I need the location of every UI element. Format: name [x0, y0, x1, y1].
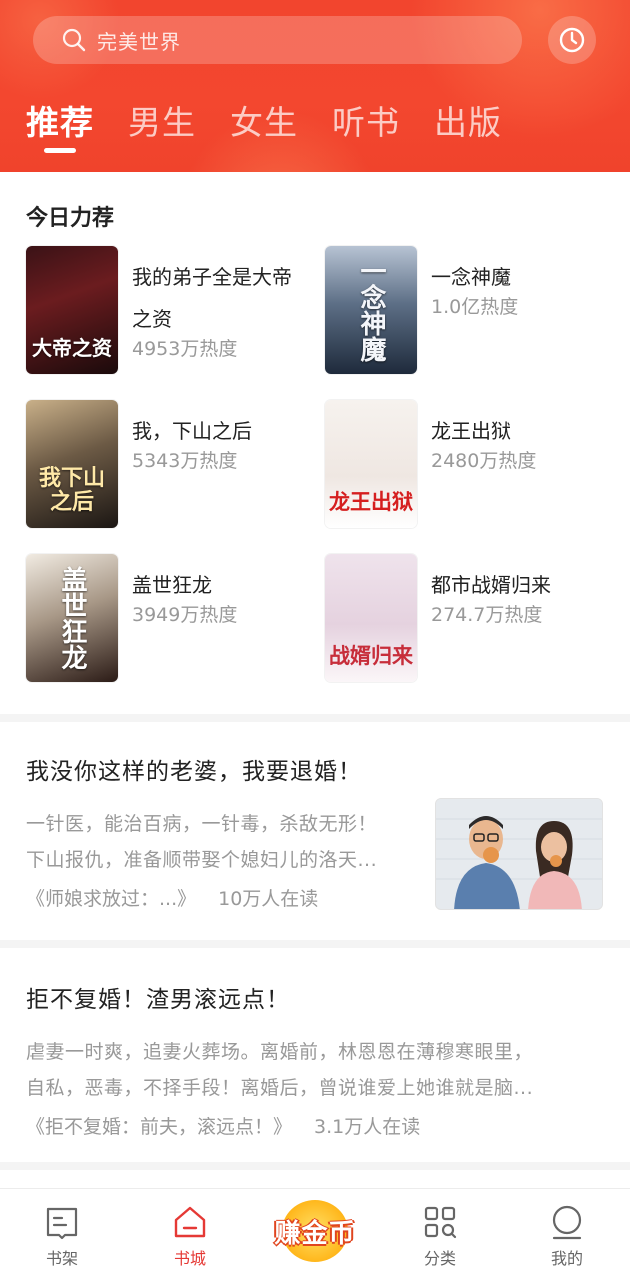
book-card[interactable]: 一念神魔 一念神魔 1.0亿热度 [325, 246, 615, 374]
profile-icon [552, 1205, 582, 1240]
category-tabs: 推荐 男生 女生 听书 出版 [26, 96, 536, 153]
grid-icon [424, 1206, 457, 1239]
tab-male[interactable]: 男生 [128, 96, 196, 144]
book-heat: 5343万热度 [132, 450, 238, 472]
feature-description: 下山报仇，准备顺带娶个媳妇儿的洛天... [26, 849, 378, 871]
tab-audiobook[interactable]: 听书 [332, 96, 400, 144]
top-header: 完美世界 推荐 男生 女生 听书 出版 [0, 0, 630, 172]
reader-count: 3.1万人在读 [314, 1116, 421, 1138]
book-cover: 一念神魔 [325, 246, 417, 374]
feature-description: 一针医，能治百病，一针毒，杀敌无形！ [26, 813, 378, 835]
earn-coins-button[interactable]: 赚金币 [268, 1198, 362, 1264]
section-divider [0, 940, 630, 948]
book-card[interactable]: 盖世狂龙 盖世狂龙 3949万热度 [26, 554, 316, 682]
book-heat: 2480万热度 [431, 450, 537, 472]
cover-title: 我下山之后 [38, 465, 105, 515]
nav-category[interactable]: 分类 [400, 1203, 480, 1269]
book-card[interactable]: 我下山之后 我，下山之后 5343万热度 [26, 400, 316, 528]
earn-coins-label: 赚金币 [274, 1218, 356, 1249]
search-placeholder: 完美世界 [97, 29, 181, 54]
book-cover: 龙王出狱 [325, 400, 417, 528]
search-bar[interactable]: 完美世界 [33, 16, 522, 64]
home-icon [174, 1206, 206, 1238]
book-heat: 4953万热度 [132, 338, 238, 360]
feature-thumbnail [435, 798, 603, 910]
nav-label: 书架 [45, 1249, 78, 1268]
book-card[interactable]: 大帝之资 我的弟子全是大帝之资 4953万热度 [26, 246, 316, 374]
nav-bookshelf[interactable]: 书架 [22, 1203, 102, 1269]
feature-description: 虐妻一时爽，追妻火葬场。离婚前，林恩恩在薄穆寒眼里， [26, 1041, 534, 1063]
clock-icon [559, 27, 585, 53]
nav-label: 我的 [550, 1249, 583, 1268]
book-name: 我的弟子全是大帝之资 [132, 265, 292, 331]
couple-illustration [436, 799, 602, 909]
feature-title: 我没你这样的老婆，我要退婚！ [26, 759, 362, 785]
tab-label: 出版 [434, 103, 502, 142]
book-heat: 1.0亿热度 [431, 296, 519, 318]
tab-publish[interactable]: 出版 [434, 96, 502, 144]
book-heat: 274.7万热度 [431, 604, 543, 626]
section-divider [0, 1162, 630, 1170]
book-cover: 盖世狂龙 [26, 554, 118, 682]
tab-label: 女生 [230, 103, 298, 142]
section-divider [0, 714, 630, 722]
cover-title: 一念神魔 [356, 258, 386, 362]
nav-label: 分类 [423, 1249, 456, 1268]
active-tab-indicator [44, 148, 76, 153]
tab-label: 推荐 [26, 103, 94, 142]
nav-bookstore[interactable]: 书城 [150, 1203, 230, 1269]
tab-female[interactable]: 女生 [230, 96, 298, 144]
book-cover: 我下山之后 [26, 400, 118, 528]
feature-card[interactable]: 拒不复婚！渣男滚远点！ 虐妻一时爽，追妻火葬场。离婚前，林恩恩在薄穆寒眼里， 自… [26, 980, 606, 1139]
bookshelf-icon [46, 1207, 78, 1240]
reader-count: 10万人在读 [218, 888, 319, 910]
cover-title: 盖世狂龙 [57, 566, 87, 670]
book-cover: 大帝之资 [26, 246, 118, 374]
feature-description: 自私，恶毒，不择手段！离婚后，曾说谁爱上她谁就是脑... [26, 1077, 534, 1099]
search-icon [62, 28, 86, 52]
source-book: 《师娘求放过：...》 [26, 888, 197, 910]
history-button[interactable] [548, 16, 596, 64]
cover-title: 战婿归来 [329, 643, 413, 668]
tab-recommend[interactable]: 推荐 [26, 96, 94, 153]
source-book: 《拒不复婚：前夫，滚远点！》 [26, 1116, 293, 1138]
section-title-today: 今日力荐 [26, 206, 115, 231]
book-cover: 战婿归来 [325, 554, 417, 682]
book-card[interactable]: 战婿归来 都市战婿归来 274.7万热度 [325, 554, 615, 682]
feature-title: 拒不复婚！渣男滚远点！ [26, 987, 290, 1013]
cover-title: 大帝之资 [32, 336, 112, 360]
tab-label: 男生 [128, 103, 196, 142]
tab-label: 听书 [332, 103, 400, 142]
book-card[interactable]: 龙王出狱 龙王出狱 2480万热度 [325, 400, 615, 528]
feature-meta: 《拒不复婚：前夫，滚远点！》 3.1万人在读 [26, 1112, 606, 1139]
cover-title: 龙王出狱 [329, 489, 413, 514]
nav-label: 书城 [173, 1249, 206, 1268]
nav-mine[interactable]: 我的 [527, 1203, 607, 1269]
book-heat: 3949万热度 [132, 604, 238, 626]
